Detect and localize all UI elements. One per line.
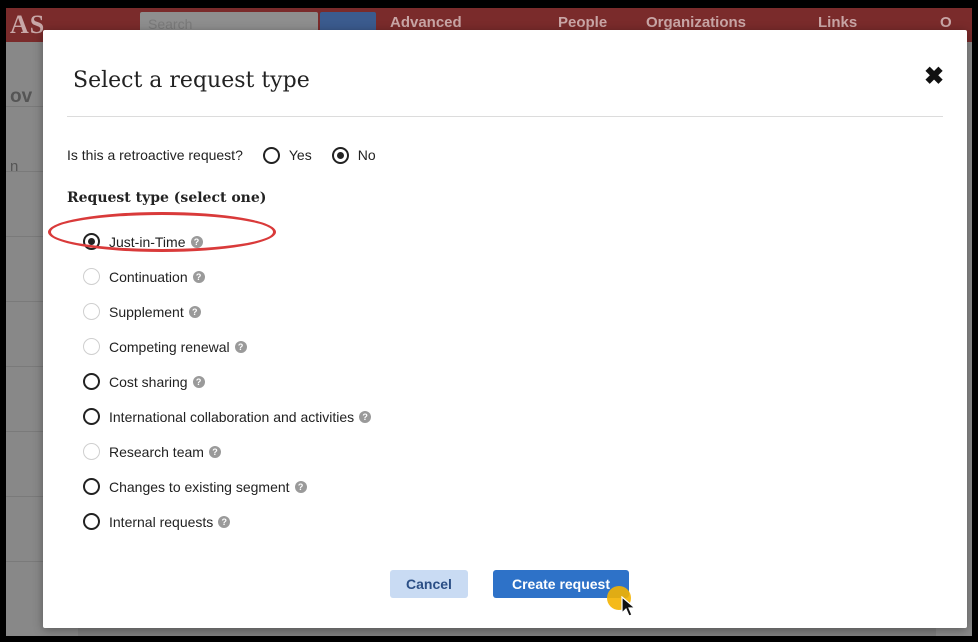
nav-organizations[interactable]: Organizations — [646, 14, 746, 31]
help-icon[interactable]: ? — [192, 270, 205, 283]
help-icon[interactable]: ? — [234, 340, 247, 353]
nav-links[interactable]: Links — [818, 14, 857, 31]
radio-button[interactable] — [83, 373, 100, 390]
option-label: Changes to existing segment — [109, 478, 290, 495]
option-just-in-time[interactable]: Just-in-Time ? — [83, 224, 371, 259]
help-icon[interactable]: ? — [294, 480, 307, 493]
retroactive-no-radio[interactable] — [331, 146, 349, 164]
nav-user[interactable]: O — [940, 14, 952, 31]
divider — [67, 116, 943, 117]
cancel-button[interactable]: Cancel — [390, 570, 468, 598]
option-label: International collaboration and activiti… — [109, 408, 355, 425]
close-icon[interactable]: ✖ — [921, 64, 947, 90]
request-type-options: Just-in-Time ? Continuation ? Supplement… — [83, 224, 372, 539]
dialog-title: Select a request type — [73, 68, 310, 93]
nav-people[interactable]: People — [558, 14, 607, 31]
radio-button — [83, 338, 100, 355]
request-type-dialog: Select a request type ✖ Is this a retroa… — [43, 30, 967, 628]
option-label: Research team — [109, 443, 204, 460]
option-changes-to-existing-segment[interactable]: Changes to existing segment ? — [83, 469, 371, 504]
option-international-collaboration[interactable]: International collaboration and activiti… — [83, 399, 372, 434]
request-type-label: Request type (select one) — [67, 190, 267, 206]
retroactive-question-row: Is this a retroactive request? Yes No — [67, 144, 396, 166]
radio-button[interactable] — [83, 478, 100, 495]
background-heading: ov — [10, 86, 33, 107]
screenshot-frame: AS Search Advanced People Organizations … — [0, 0, 978, 642]
radio-button[interactable] — [83, 513, 100, 530]
help-icon[interactable]: ? — [359, 410, 372, 423]
help-icon[interactable]: ? — [192, 375, 205, 388]
radio-button[interactable] — [83, 408, 100, 425]
help-icon[interactable]: ? — [208, 445, 221, 458]
radio-button[interactable] — [83, 233, 100, 250]
radio-button — [83, 443, 100, 460]
radio-button — [83, 268, 100, 285]
option-competing-renewal: Competing renewal ? — [83, 329, 371, 364]
app-logo: AS — [10, 10, 46, 39]
retroactive-question-label: Is this a retroactive request? — [67, 147, 243, 163]
help-icon[interactable]: ? — [188, 305, 201, 318]
nav-advanced[interactable]: Advanced — [390, 14, 462, 31]
option-label: Internal requests — [109, 513, 214, 530]
option-label: Just-in-Time — [109, 233, 186, 250]
option-cost-sharing[interactable]: Cost sharing ? — [83, 364, 371, 399]
mouse-pointer-icon — [621, 596, 637, 617]
option-label: Supplement — [109, 303, 184, 320]
background-link: n — [10, 158, 19, 175]
option-label: Cost sharing — [109, 373, 188, 390]
option-label: Continuation — [109, 268, 188, 285]
option-internal-requests[interactable]: Internal requests ? — [83, 504, 371, 539]
help-icon[interactable]: ? — [190, 235, 203, 248]
option-research-team: Research team ? — [83, 434, 371, 469]
radio-button — [83, 303, 100, 320]
option-continuation: Continuation ? — [83, 259, 371, 294]
option-supplement: Supplement ? — [83, 294, 371, 329]
help-icon[interactable]: ? — [218, 515, 231, 528]
option-label: Competing renewal — [109, 338, 230, 355]
dialog-footer: Cancel Create request — [390, 570, 629, 598]
retroactive-yes-label: Yes — [288, 147, 312, 163]
retroactive-no-label: No — [357, 147, 376, 163]
retroactive-yes-radio[interactable] — [262, 146, 280, 164]
